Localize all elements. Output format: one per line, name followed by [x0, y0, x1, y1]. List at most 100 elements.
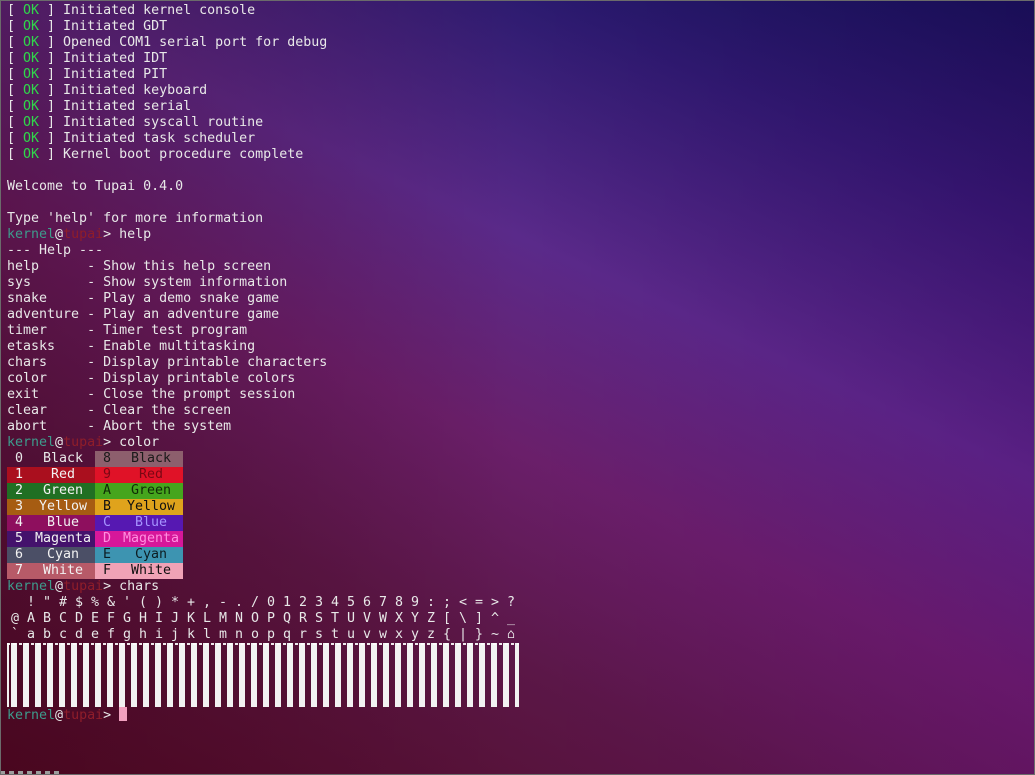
prompt-user: kernel — [7, 227, 56, 242]
boot-message: Kernel boot procedure complete — [55, 147, 304, 162]
ok-status: OK — [23, 19, 40, 34]
ok-status: OK — [23, 51, 40, 66]
active-prompt-line[interactable]: kernel@tupai> — [7, 707, 519, 723]
char-glyph: 1 — [282, 595, 291, 610]
color-index: A — [102, 483, 111, 498]
color-name: Yellow — [38, 499, 88, 514]
color-swatch: 0 Black — [7, 451, 95, 467]
char-glyph: & — [106, 595, 115, 610]
char-glyph: L — [202, 611, 211, 626]
color-index: 7 — [14, 563, 23, 578]
ok-status: OK — [23, 131, 40, 146]
boot-log-line: [ OK ] Initiated IDT — [7, 51, 519, 67]
help-item: color - Display printable colors — [7, 371, 519, 387]
ok-bracket-close: ] — [39, 19, 56, 34]
char-glyph: * — [170, 595, 179, 610]
boot-message: Initiated IDT — [55, 51, 168, 66]
prompt-symbol: > — [103, 579, 120, 594]
text-cursor[interactable] — [119, 707, 128, 721]
char-glyph: | — [458, 627, 467, 642]
prompt-line: kernel@tupai> help — [7, 227, 519, 243]
color-name: White — [130, 563, 172, 578]
char-glyph: i — [154, 627, 163, 642]
help-item: clear - Clear the screen — [7, 403, 519, 419]
char-glyph: " — [42, 595, 51, 610]
color-name: Green — [42, 483, 84, 498]
color-index: 2 — [14, 483, 23, 498]
help-description: - Show system information — [87, 275, 288, 290]
char-glyph: ! — [26, 595, 35, 610]
palette-row: 2 Green A Green — [7, 483, 519, 499]
char-glyph: w — [378, 627, 387, 642]
color-swatch: 2 Green — [7, 483, 95, 499]
char-glyph: y — [410, 627, 419, 642]
boot-log-line: [ OK ] Initiated task scheduler — [7, 131, 519, 147]
color-index: E — [102, 547, 111, 562]
char-glyph: g — [122, 627, 131, 642]
prompt-host: tupai — [63, 579, 104, 594]
char-glyph: 9 — [410, 595, 419, 610]
help-command: chars — [7, 355, 88, 370]
prompt-host: tupai — [63, 708, 104, 723]
help-description: - Enable multitasking — [87, 339, 256, 354]
help-description: - Clear the screen — [87, 403, 232, 418]
help-command: adventure — [7, 307, 88, 322]
char-glyph: o — [250, 627, 259, 642]
color-name: Red — [138, 467, 164, 482]
char-glyph: h — [138, 627, 147, 642]
char-glyph: ` — [10, 627, 19, 642]
color-name: White — [42, 563, 84, 578]
bottom-edge-artifact — [0, 771, 60, 775]
char-glyph: 4 — [330, 595, 339, 610]
color-name: Blue — [46, 515, 80, 530]
char-glyph: 5 — [346, 595, 355, 610]
char-glyph: r — [298, 627, 307, 642]
char-glyph: ^ — [490, 611, 499, 626]
ok-bracket-close: ] — [39, 83, 56, 98]
color-swatch: 3 Yellow — [7, 499, 95, 515]
ok-bracket-open: [ — [7, 19, 24, 34]
help-command: etasks — [7, 339, 88, 354]
char-glyph: I — [154, 611, 163, 626]
color-name: Yellow — [126, 499, 176, 514]
help-command: abort — [7, 419, 88, 434]
char-glyph: W — [378, 611, 387, 626]
char-glyph: G — [122, 611, 131, 626]
char-glyph: - — [218, 595, 227, 610]
char-glyph: S — [314, 611, 323, 626]
help-command: sys — [7, 275, 88, 290]
welcome-line: Welcome to Tupai 0.4.0 — [7, 179, 184, 194]
prompt-at: @ — [55, 708, 64, 723]
help-item: abort - Abort the system — [7, 419, 519, 435]
prompt-at: @ — [55, 579, 64, 594]
color-index: 9 — [102, 467, 111, 482]
char-glyph: > — [490, 595, 499, 610]
help-description: - Abort the system — [87, 419, 232, 434]
color-name: Green — [130, 483, 172, 498]
prompt-line: kernel@tupai> chars — [7, 579, 519, 595]
char-glyph: t — [330, 627, 339, 642]
color-palette: 0 Black 8 Black 1 Red 9 Red 2 Green A Green 3 Yellow B… — [7, 451, 519, 579]
ok-bracket-close: ] — [39, 131, 56, 146]
ok-bracket-close: ] — [39, 115, 56, 130]
color-name: Magenta — [122, 531, 180, 546]
color-index: 4 — [14, 515, 23, 530]
palette-row: 3 Yellow B Yellow — [7, 499, 519, 515]
char-glyph: F — [106, 611, 115, 626]
help-command: color — [7, 371, 88, 386]
char-glyph: C — [58, 611, 67, 626]
terminal-screen[interactable]: [ OK ] Initiated kernel console[ OK ] In… — [0, 0, 1035, 775]
char-glyph: E — [90, 611, 99, 626]
prompt-host: tupai — [63, 435, 104, 450]
char-glyph: p — [266, 627, 275, 642]
char-glyph: k — [186, 627, 195, 642]
color-swatch: 9 Red — [95, 467, 183, 483]
help-command: timer — [7, 323, 88, 338]
char-glyph: Y — [410, 611, 419, 626]
char-glyph: l — [202, 627, 211, 642]
char-glyph: + — [186, 595, 195, 610]
char-glyph: e — [90, 627, 99, 642]
help-item: chars - Display printable characters — [7, 355, 519, 371]
ok-bracket-close: ] — [39, 51, 56, 66]
